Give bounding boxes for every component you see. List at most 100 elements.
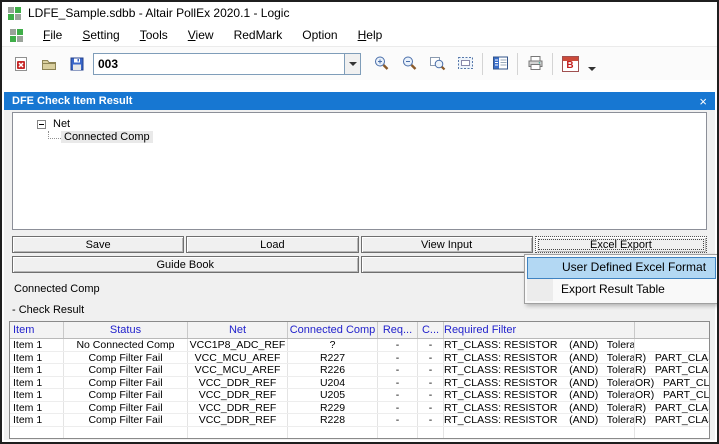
table-cell: VCC_MCU_AREF: [188, 352, 288, 364]
toolbar-overflow-icon[interactable]: [588, 67, 596, 71]
table-row[interactable]: Item 1Comp Filter FailVCC_MCU_AREFR227--…: [10, 352, 709, 365]
header-required-filter[interactable]: Required Filter: [444, 322, 635, 338]
load-button[interactable]: Load: [186, 236, 358, 253]
window-title: LDFE_Sample.sdbb - Altair PollEx 2020.1 …: [28, 6, 289, 20]
table-cell: -: [378, 377, 418, 389]
view-input-button[interactable]: View Input: [361, 236, 533, 253]
table-cell: OR) PART_CLASS: A: [635, 377, 709, 389]
table-row[interactable]: Item 1Comp Filter FailVCC_DDR_REFR228--R…: [10, 414, 709, 427]
header-c[interactable]: C...: [418, 322, 444, 338]
table-cell: -: [378, 389, 418, 401]
fit-screen-icon[interactable]: [452, 51, 478, 77]
table-row-empty: [10, 427, 709, 440]
section-title: Connected Comp: [14, 283, 100, 295]
print-icon[interactable]: [522, 51, 548, 77]
table-cell: Comp Filter Fail: [64, 402, 188, 414]
pane-close-icon[interactable]: ×: [699, 95, 707, 108]
menu-option[interactable]: Option: [292, 26, 347, 44]
table-cell: Comp Filter Fail: [64, 352, 188, 364]
board-list-icon[interactable]: [487, 51, 513, 77]
table-cell: ?: [288, 339, 378, 351]
combo-dropdown-icon[interactable]: [344, 54, 360, 74]
table-cell: Item 1: [10, 402, 64, 414]
pane-caption: DFE Check Item Result ×: [4, 92, 715, 110]
spacer: [4, 80, 715, 92]
table-cell: Item 1: [10, 414, 64, 426]
table-row[interactable]: Item 1Comp Filter FailVCC_DDR_REFR229--R…: [10, 402, 709, 415]
guide-book-button[interactable]: Guide Book: [12, 256, 359, 273]
table-cell: [10, 427, 64, 439]
table-cell: U204: [288, 377, 378, 389]
table-cell: R) PART_CLASS: RI: [635, 352, 709, 364]
check-result-table: Item Status Net Connected Comp Req... C.…: [9, 321, 710, 439]
table-cell: VCC_DDR_REF: [188, 377, 288, 389]
menu-tools[interactable]: Tools: [130, 26, 178, 44]
menu-view[interactable]: View: [178, 26, 224, 44]
tree-expand-icon[interactable]: [37, 120, 46, 129]
open-folder-icon[interactable]: [36, 51, 62, 77]
title-bar: LDFE_Sample.sdbb - Altair PollEx 2020.1 …: [2, 2, 717, 24]
table-cell: -: [378, 364, 418, 376]
tree-item-net[interactable]: Net: [19, 117, 706, 131]
header-req[interactable]: Req...: [378, 322, 418, 338]
bom-letter: B: [563, 60, 578, 71]
table-cell: R) PART_CLASS: RI: [635, 364, 709, 376]
tree-item-label[interactable]: Net: [50, 118, 73, 130]
table-cell: Comp Filter Fail: [64, 364, 188, 376]
document-icon[interactable]: [10, 29, 23, 42]
header-status[interactable]: Status: [64, 322, 188, 338]
tree-item-label[interactable]: Connected Comp: [61, 131, 153, 143]
table-row[interactable]: Item 1Comp Filter FailVCC_MCU_AREFR226--…: [10, 364, 709, 377]
table-cell: VCC_DDR_REF: [188, 389, 288, 401]
view-select-combo[interactable]: 003: [93, 53, 361, 75]
button-row-1: Save Load View Input Excel Export: [12, 236, 707, 253]
close-board-icon[interactable]: [8, 51, 34, 77]
save-icon[interactable]: [64, 51, 90, 77]
table-cell: -: [378, 402, 418, 414]
pane-title: DFE Check Item Result: [12, 95, 132, 107]
table-body: Item 1No Connected CompVCC1P8_ADC_REF?--…: [10, 339, 709, 439]
app-icon[interactable]: [8, 7, 21, 20]
table-cell: Item 1: [10, 377, 64, 389]
save-button[interactable]: Save: [12, 236, 184, 253]
table-cell: [288, 427, 378, 439]
menu-file[interactable]: File: [33, 26, 72, 44]
table-cell: RT_CLASS: RESISTOR (AND) Toleranc: [444, 402, 635, 414]
table-row[interactable]: Item 1No Connected CompVCC1P8_ADC_REF?--…: [10, 339, 709, 352]
menu-item-export-result-table[interactable]: Export Result Table: [527, 279, 716, 301]
app-window: LDFE_Sample.sdbb - Altair PollEx 2020.1 …: [0, 0, 719, 444]
check-item-tree: Net Connected Comp: [12, 112, 707, 230]
table-cell: R) PART_CLASS: RI: [635, 402, 709, 414]
menu-item-user-defined-excel-format[interactable]: User Defined Excel Format: [527, 257, 716, 279]
excel-export-button[interactable]: Excel Export: [535, 236, 707, 253]
table-cell: No Connected Comp: [64, 339, 188, 351]
header-net[interactable]: Net: [188, 322, 288, 338]
table-cell: [444, 427, 635, 439]
table-cell: -: [418, 377, 444, 389]
table-cell: R) PART_CLASS: RI: [635, 414, 709, 426]
table-cell: -: [378, 339, 418, 351]
menu-setting[interactable]: Setting: [72, 26, 129, 44]
table-row[interactable]: Item 1Comp Filter FailVCC_DDR_REFU204--R…: [10, 377, 709, 390]
zoom-out-icon[interactable]: [396, 51, 422, 77]
bom-icon[interactable]: B: [557, 51, 583, 77]
tree-item-connected-comp[interactable]: Connected Comp: [19, 131, 706, 145]
table-cell: Comp Filter Fail: [64, 389, 188, 401]
zoom-area-icon[interactable]: [424, 51, 450, 77]
table-cell: R228: [288, 414, 378, 426]
table-cell: Item 1: [10, 339, 64, 351]
zoom-in-icon[interactable]: [368, 51, 394, 77]
menu-help[interactable]: Help: [348, 26, 393, 44]
table-cell: U205: [288, 389, 378, 401]
table-cell: VCC_MCU_AREF: [188, 364, 288, 376]
table-header: Item Status Net Connected Comp Req... C.…: [10, 322, 709, 339]
header-connected-comp[interactable]: Connected Comp: [288, 322, 378, 338]
table-cell: [635, 339, 709, 351]
toolbar: 003 B: [2, 46, 717, 80]
menu-redmark[interactable]: RedMark: [224, 26, 293, 44]
table-cell: -: [418, 364, 444, 376]
table-row[interactable]: Item 1Comp Filter FailVCC_DDR_REFU205--R…: [10, 389, 709, 402]
table-cell: -: [418, 402, 444, 414]
header-tail[interactable]: [635, 322, 709, 338]
header-item[interactable]: Item: [10, 322, 64, 338]
